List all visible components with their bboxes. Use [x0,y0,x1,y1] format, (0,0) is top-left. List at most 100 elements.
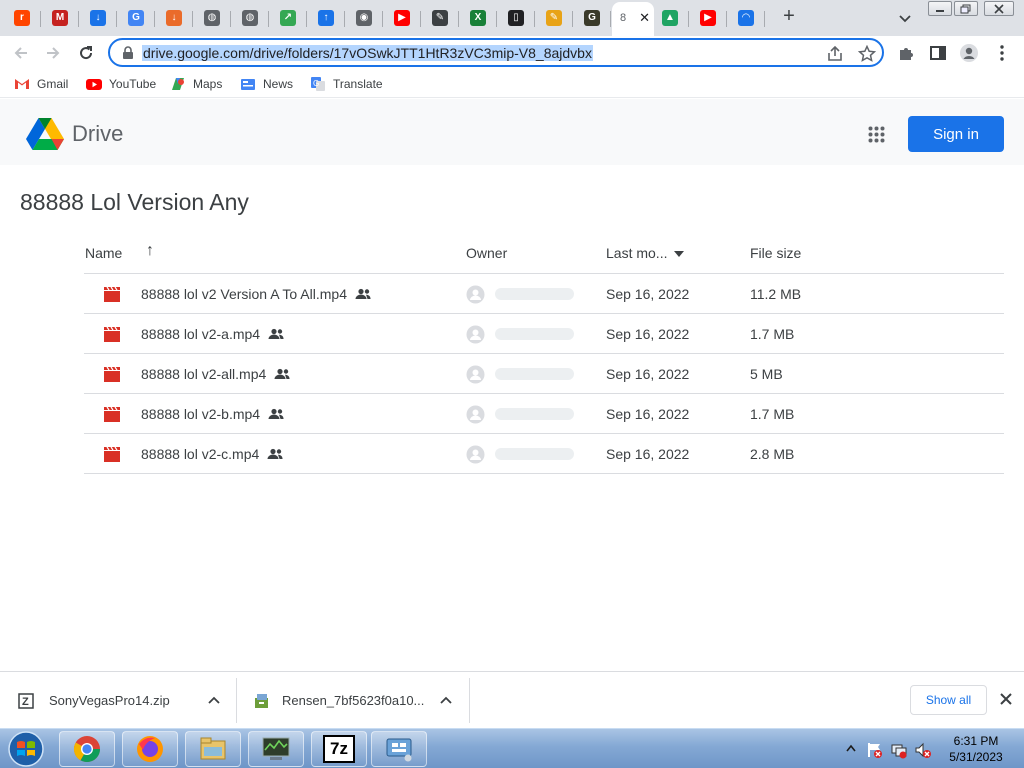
bookmark-maps[interactable]: Maps [170,76,222,92]
product-title[interactable]: Drive [72,121,123,147]
bookmark-star-icon[interactable] [858,45,876,63]
sort-dropdown-icon[interactable] [674,251,684,257]
show-all-downloads-button[interactable]: Show all [910,685,987,715]
lock-icon[interactable] [122,46,134,60]
chrome-menu-button[interactable] [992,43,1012,63]
browser-tab[interactable]: ↗ [270,4,307,32]
file-name-cell[interactable]: 88888 lol v2 Version A To All.mp4 [141,286,371,302]
browser-tab[interactable]: ▶ [384,4,421,32]
browser-tab[interactable]: ◍ [194,4,231,32]
tab-separator [306,11,307,27]
chevron-up-icon[interactable] [440,696,452,704]
new-tab-button[interactable]: + [778,6,800,28]
file-name[interactable]: 88888 lol v2-a.mp4 [141,326,260,342]
folder-view: 88888 Lol Version Any Name ↑ Owner Last … [0,165,1024,671]
bookmark-youtube[interactable]: YouTube [86,76,156,92]
bookmarks-bar: Gmail YouTube Maps News G Translate [0,70,1024,98]
windows-start-icon[interactable] [3,730,49,768]
show-hidden-icons-icon[interactable] [846,744,856,752]
side-panel-button[interactable] [928,43,948,63]
url-text[interactable]: drive.google.com/drive/folders/17vOSwkJT… [142,45,593,61]
column-header-owner[interactable]: Owner [466,245,507,261]
file-name-cell[interactable]: 88888 lol v2-c.mp4 [141,446,283,462]
tab-search-icon[interactable] [896,9,914,27]
browser-tab[interactable]: ◉ [346,4,383,32]
puzzle-icon [900,48,913,60]
share-page-icon[interactable] [826,45,844,63]
taskbar-button-network-tool[interactable] [371,731,427,767]
browser-tab[interactable]: ✎ [536,4,573,32]
browser-tab[interactable]: ↓ [156,4,193,32]
download-item[interactable]: Rensen_7bf5623f0a10... [253,672,458,729]
browser-tab[interactable]: ◍ [232,4,269,32]
file-row[interactable]: 88888 lol v2-all.mp4 Sep 16, 2022 5 MB [84,354,1004,394]
last-modified-cell: Sep 16, 2022 [606,446,690,462]
taskbar-button-7zip[interactable]: 7z [311,731,367,767]
reload-button[interactable] [75,42,97,64]
forward-button[interactable] [42,42,64,64]
bookmark-translate[interactable]: G Translate [310,76,383,92]
taskbar-button-system-monitor[interactable] [248,731,304,767]
back-button[interactable] [10,42,32,64]
browser-tab[interactable]: ◠ [728,4,765,32]
download-item[interactable]: Z SonyVegasPro14.zip [18,672,224,729]
extensions-button[interactable] [896,43,916,63]
volume-muted-icon[interactable] [914,741,932,759]
network-icon[interactable] [890,741,908,759]
taskbar-button-firefox[interactable] [122,731,178,767]
sign-in-button[interactable]: Sign in [908,116,1004,152]
bookmark-label: Maps [193,77,223,91]
browser-tab[interactable]: M [42,4,79,32]
browser-tab[interactable]: ✎ [422,4,459,32]
browser-tab[interactable]: G [574,4,611,32]
file-explorer-taskbar-icon [200,737,226,760]
column-header-name[interactable]: Name [85,245,122,261]
file-name-cell[interactable]: 88888 lol v2-all.mp4 [141,366,290,382]
address-bar[interactable]: drive.google.com/drive/folders/17vOSwkJT… [108,38,884,67]
file-name[interactable]: 88888 lol v2-b.mp4 [141,406,260,422]
taskbar-clock[interactable]: 6:31 PM 5/31/2023 [936,733,1016,765]
restore-button[interactable] [954,1,978,16]
installer-icon [255,693,268,708]
tab-active-drive[interactable]: 8 ✕ [612,2,654,36]
browser-tab[interactable]: ▯ [498,4,535,32]
file-name-cell[interactable]: 88888 lol v2-a.mp4 [141,326,284,342]
google-drive-logo-icon[interactable] [26,117,64,151]
browser-tab[interactable]: r [4,4,41,32]
sort-ascending-icon[interactable]: ↑ [146,242,154,260]
close-tab-icon[interactable]: ✕ [639,10,650,26]
taskbar-button-chrome[interactable] [59,731,115,767]
google-apps-icon[interactable] [868,126,885,143]
file-name[interactable]: 88888 lol v2-all.mp4 [141,366,266,382]
translate-icon: G [311,77,325,91]
action-center-flag-icon[interactable] [866,741,884,759]
file-name[interactable]: 88888 lol v2 Version A To All.mp4 [141,286,347,302]
browser-tab[interactable]: ▲ [652,4,689,32]
file-name-cell[interactable]: 88888 lol v2-b.mp4 [141,406,284,422]
browser-tab[interactable]: ▶ [690,4,727,32]
browser-tab[interactable]: X [460,4,497,32]
column-header-last-modified[interactable]: Last mo... [606,245,667,261]
close-window-button[interactable] [984,1,1014,16]
bookmark-gmail[interactable]: Gmail [14,76,68,92]
gmail-icon: M [52,10,68,26]
file-row[interactable]: 88888 lol v2 Version A To All.mp4 Sep 16,… [84,274,1004,314]
close-icon[interactable] [998,691,1014,707]
tab-separator [344,11,345,27]
taskbar-button-file-explorer[interactable] [185,731,241,767]
chevron-up-icon[interactable] [208,696,220,704]
file-row[interactable]: 88888 lol v2-a.mp4 Sep 16, 2022 1.7 MB [84,314,1004,354]
column-header-file-size[interactable]: File size [750,245,801,261]
browser-tab[interactable]: ↑ [308,4,345,32]
file-row[interactable]: 88888 lol v2-c.mp4 Sep 16, 2022 2.8 MB [84,434,1004,474]
tab-separator [458,11,459,27]
browser-tab[interactable]: ↓ [80,4,117,32]
windows-taskbar: 7z 6:31 PM 5/31/2023 [0,728,1024,768]
profile-button[interactable] [959,43,979,63]
minimize-button[interactable] [928,1,952,16]
browser-tab[interactable]: G [118,4,155,32]
bookmark-news[interactable]: News [240,76,293,92]
file-name[interactable]: 88888 lol v2-c.mp4 [141,446,259,462]
tab-separator [40,11,41,27]
file-row[interactable]: 88888 lol v2-b.mp4 Sep 16, 2022 1.7 MB [84,394,1004,434]
